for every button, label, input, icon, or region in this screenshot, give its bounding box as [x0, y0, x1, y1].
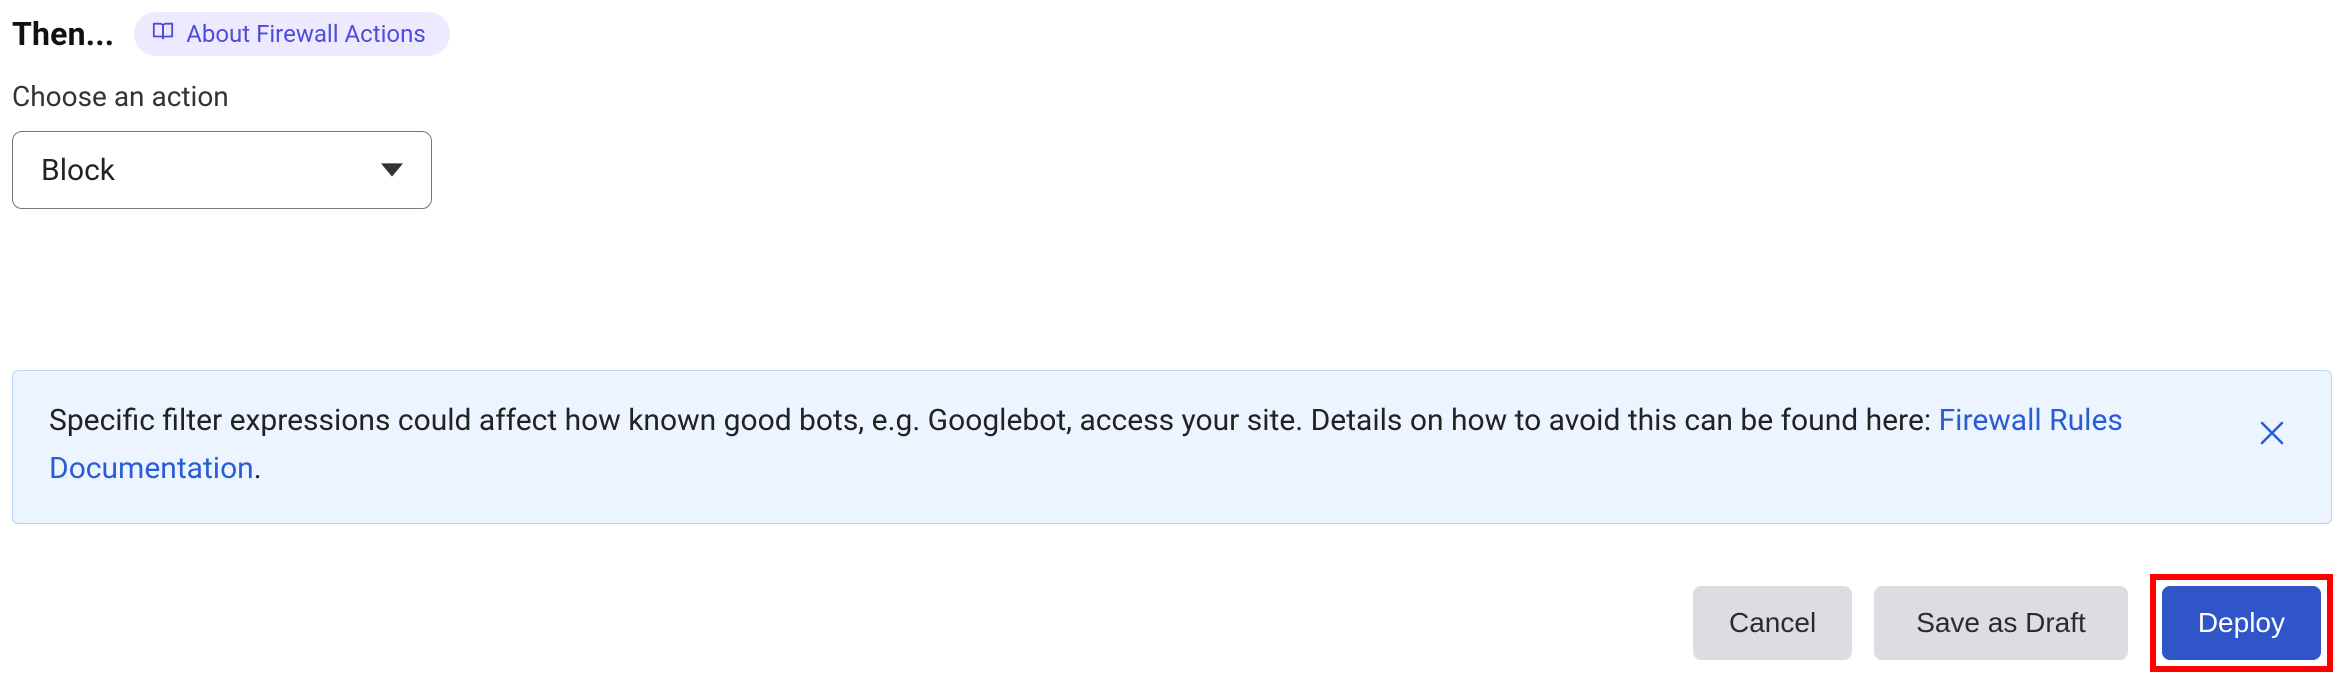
book-icon — [152, 20, 174, 48]
info-banner-text-after: . — [254, 451, 262, 486]
action-select[interactable]: Block — [12, 131, 432, 209]
info-banner: Specific filter expressions could affect… — [12, 370, 2332, 524]
close-icon[interactable] — [2257, 415, 2287, 463]
caret-down-icon — [381, 163, 403, 177]
about-firewall-actions-label: About Firewall Actions — [186, 20, 426, 48]
deploy-highlight-frame: Deploy — [2150, 574, 2333, 672]
cancel-button[interactable]: Cancel — [1693, 586, 1852, 660]
footer-actions: Cancel Save as Draft Deploy — [1693, 574, 2333, 672]
then-header: Then... About Firewall Actions — [12, 12, 2333, 56]
deploy-button[interactable]: Deploy — [2162, 586, 2321, 660]
info-banner-text-before: Specific filter expressions could affect… — [49, 403, 1939, 438]
then-label: Then... — [12, 15, 114, 53]
action-select-value: Block — [41, 153, 115, 188]
about-firewall-actions-link[interactable]: About Firewall Actions — [134, 12, 450, 56]
save-as-draft-button[interactable]: Save as Draft — [1874, 586, 2128, 660]
choose-action-label: Choose an action — [12, 80, 2333, 113]
